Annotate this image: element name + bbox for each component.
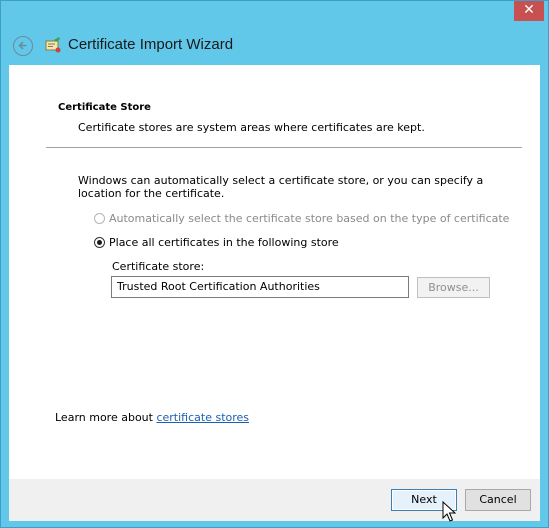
close-icon: ✕ [523, 2, 535, 18]
section-subtitle: Certificate stores are system areas wher… [78, 121, 425, 134]
certificate-wizard-icon [45, 37, 61, 53]
back-arrow-icon [18, 41, 27, 50]
section-title: Certificate Store [58, 102, 151, 113]
mouse-pointer-icon [442, 501, 456, 522]
title-bar: Certificate Import Wizard [1, 21, 548, 65]
wizard-content: Certificate Store Certificate stores are… [9, 65, 540, 479]
certificate-store-field[interactable]: Trusted Root Certification Authorities [111, 276, 409, 298]
button-bar: Next Cancel [9, 479, 540, 521]
certificate-stores-link[interactable]: certificate stores [156, 411, 249, 424]
back-button[interactable] [13, 36, 33, 56]
learn-more-prefix: Learn more about [55, 411, 157, 424]
wizard-window: ✕ Certificate Import Wizard Certificate … [0, 0, 549, 528]
auto-select-radio[interactable] [94, 213, 105, 224]
place-all-label: Place all certificates in the following … [109, 236, 339, 249]
learn-more: Learn more about certificate stores [55, 411, 249, 424]
cancel-button[interactable]: Cancel [465, 489, 531, 511]
place-all-option[interactable]: Place all certificates in the following … [94, 236, 339, 250]
place-all-radio[interactable] [94, 237, 105, 248]
browse-button[interactable]: Browse... [417, 277, 490, 298]
close-button[interactable]: ✕ [514, 1, 544, 21]
divider [46, 147, 522, 148]
window-title: Certificate Import Wizard [68, 36, 234, 53]
certificate-store-label: Certificate store: [112, 260, 205, 273]
auto-select-label: Automatically select the certificate sto… [109, 212, 510, 225]
intro-text: Windows can automatically select a certi… [78, 174, 484, 200]
auto-select-option[interactable]: Automatically select the certificate sto… [94, 212, 509, 226]
